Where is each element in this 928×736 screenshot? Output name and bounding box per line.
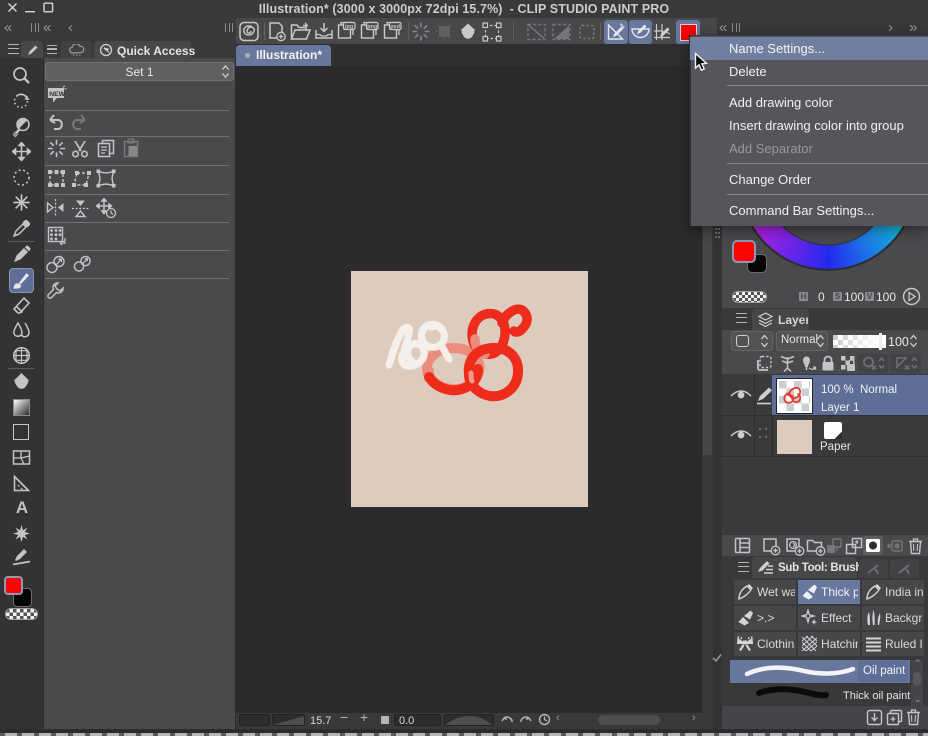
svg-text:jpg: jpg (344, 24, 353, 30)
svg-text:png: png (367, 24, 377, 30)
svg-text:psd: psd (390, 24, 400, 30)
svg-text:NEW: NEW (49, 91, 65, 98)
